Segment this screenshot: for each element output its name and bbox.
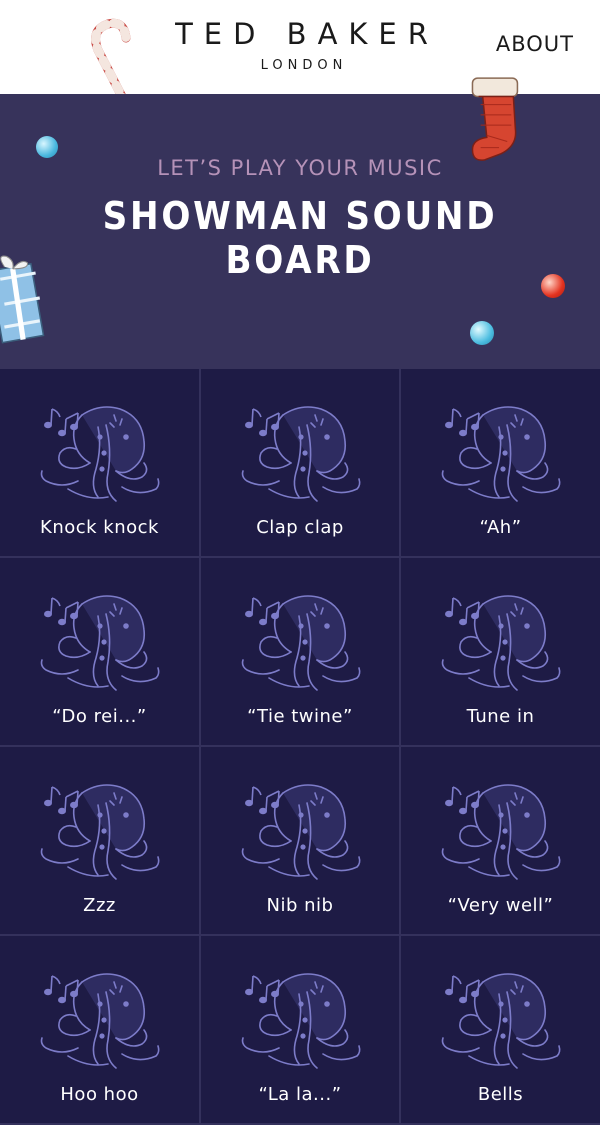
ornament-ball-icon <box>470 321 494 345</box>
about-link[interactable]: ABOUT <box>496 32 574 56</box>
ornament-ball-icon <box>36 136 58 158</box>
brand-location: LONDON <box>260 58 348 73</box>
sound-tile-label: “Do rei...” <box>52 706 147 727</box>
sound-tile-label: Nib nib <box>266 895 334 916</box>
octopus-music-icon <box>40 784 160 880</box>
sound-tile[interactable]: Knock knock <box>0 369 199 556</box>
sound-tile[interactable]: “La la...” <box>201 936 399 1123</box>
sound-tile-label: Clap clap <box>256 517 344 538</box>
octopus-music-icon <box>441 406 561 502</box>
sound-tile[interactable]: Bells <box>401 936 600 1123</box>
sound-tile-label: “Ah” <box>479 517 522 538</box>
sound-tile[interactable]: Nib nib <box>201 747 399 934</box>
octopus-music-icon <box>241 784 361 880</box>
sound-tile-label: Hoo hoo <box>60 1084 139 1105</box>
sound-tile[interactable]: Tune in <box>401 558 600 745</box>
sound-tile-label: Zzz <box>83 895 116 916</box>
hero-banner: LET’S PLAY YOUR MUSIC SHOWMAN SOUND BOAR… <box>0 77 600 369</box>
octopus-music-icon <box>441 595 561 691</box>
sound-tile[interactable]: “Tie twine” <box>201 558 399 745</box>
sound-tile[interactable]: “Very well” <box>401 747 600 934</box>
sound-tile-label: Knock knock <box>40 517 159 538</box>
sound-tile[interactable]: Clap clap <box>201 369 399 556</box>
stocking-icon <box>471 77 519 161</box>
page-title: SHOWMAN SOUND BOARD <box>102 194 498 282</box>
octopus-music-icon <box>241 406 361 502</box>
octopus-music-icon <box>241 973 361 1069</box>
sound-board-grid: Knock knock Clap clap “Ah” “Do rei...” “… <box>0 369 600 1125</box>
sound-tile-label: “Tie twine” <box>247 706 353 727</box>
sound-tile[interactable]: Hoo hoo <box>0 936 199 1123</box>
hero-subtitle: LET’S PLAY YOUR MUSIC <box>157 156 443 180</box>
sound-tile[interactable]: “Ah” <box>401 369 600 556</box>
octopus-music-icon <box>241 595 361 691</box>
octopus-music-icon <box>441 973 561 1069</box>
sound-tile-label: “La la...” <box>258 1084 342 1105</box>
sound-tile[interactable]: “Do rei...” <box>0 558 199 745</box>
sound-tile[interactable]: Zzz <box>0 747 199 934</box>
sound-tile-label: “Very well” <box>447 895 554 916</box>
octopus-music-icon <box>441 784 561 880</box>
sound-tile-label: Bells <box>477 1084 524 1105</box>
octopus-music-icon <box>40 595 160 691</box>
octopus-music-icon <box>40 406 160 502</box>
octopus-music-icon <box>40 973 160 1069</box>
sound-tile-label: Tune in <box>466 706 535 727</box>
